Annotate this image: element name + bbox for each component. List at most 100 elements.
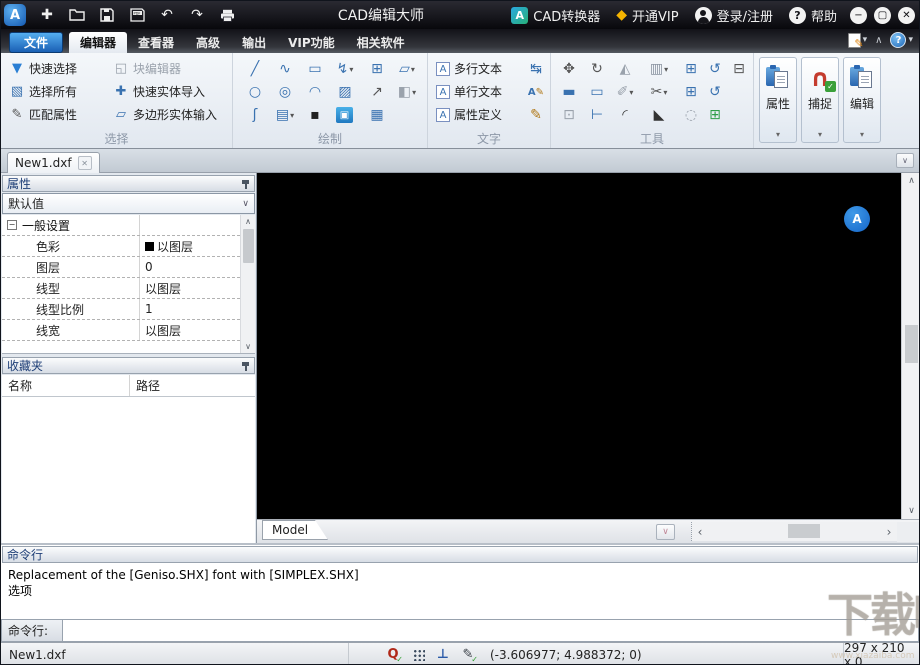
leader-icon[interactable]: ↗ xyxy=(365,81,389,103)
polyline-icon[interactable]: ↯ ▾ xyxy=(333,58,357,80)
polygon-entity-input-button[interactable]: ▱ 多边形实体输入 xyxy=(113,104,217,125)
quick-select-button[interactable]: ▼ 快速选择 xyxy=(9,58,77,79)
print-button[interactable] xyxy=(214,4,240,26)
line-icon[interactable]: ╱ xyxy=(243,58,267,80)
app-logo-icon[interactable]: A xyxy=(4,4,26,26)
layout-toggle-button[interactable]: ∨ xyxy=(656,524,675,540)
scroll-right-icon[interactable]: › xyxy=(881,522,897,541)
tab-list-chevron-button[interactable]: ∨ xyxy=(896,153,914,168)
property-selector-combo[interactable]: 默认值 ∨ xyxy=(2,193,255,214)
save-button[interactable] xyxy=(94,4,120,26)
favorites-col-path[interactable]: 路径 xyxy=(130,377,160,394)
close-button[interactable]: ✕ xyxy=(898,6,915,24)
command-input[interactable] xyxy=(63,619,919,642)
tab-advanced[interactable]: 高级 xyxy=(185,32,231,53)
spline-icon[interactable]: ʃ xyxy=(243,104,267,126)
edit-panel-button[interactable]: 编辑 ▾ xyxy=(843,57,881,143)
chamfer-icon[interactable]: ◣ xyxy=(647,104,671,126)
document-tab-new1[interactable]: New1.dxf ✕ xyxy=(7,152,100,173)
tab-editor[interactable]: 编辑器 xyxy=(69,32,128,53)
block-update-icon[interactable]: ↺ xyxy=(703,58,727,80)
tab-file[interactable]: 文件 xyxy=(9,32,64,53)
image-icon[interactable]: ▣ xyxy=(336,107,353,123)
ortho-toggle-icon[interactable]: ⊥ xyxy=(435,647,451,663)
open-file-button[interactable] xyxy=(64,4,90,26)
minimize-button[interactable]: − xyxy=(850,6,867,24)
freehand-icon[interactable]: ∿ xyxy=(273,58,297,80)
model-tab[interactable]: Model xyxy=(262,520,328,540)
block-sync-icon[interactable]: ↺ xyxy=(703,81,727,103)
move-icon[interactable]: ✥ xyxy=(557,58,581,80)
help-link[interactable]: ? 帮助 xyxy=(783,6,843,25)
tab-output[interactable]: 输出 xyxy=(231,32,277,53)
select-all-button[interactable]: ▧ 选择所有 xyxy=(9,81,77,102)
quick-edit-menu-button[interactable]: ✎ ▾ xyxy=(847,32,867,50)
cad-converter-link[interactable]: A CAD转换器 xyxy=(505,6,606,25)
tab-close-icon[interactable]: ✕ xyxy=(77,156,92,170)
scrollbar-thumb[interactable] xyxy=(243,229,254,263)
maximize-button[interactable]: ▢ xyxy=(874,6,891,24)
property-group-row[interactable]: − 一般设置 xyxy=(2,215,240,236)
mtext-button[interactable]: A 多行文本 xyxy=(436,58,502,79)
pin-icon[interactable] xyxy=(241,179,250,189)
collapse-ribbon-button[interactable]: ∧ xyxy=(875,35,882,46)
insert-block-icon[interactable]: ⊞ xyxy=(365,58,389,80)
property-row-ltscale[interactable]: 线型比例 1 xyxy=(2,299,240,320)
tab-vip-features[interactable]: VIP功能 xyxy=(277,32,346,53)
scale-icon[interactable]: ⊡ xyxy=(557,104,581,126)
scrollbar-thumb[interactable] xyxy=(905,325,918,363)
copy-objects-icon[interactable]: ⊞ xyxy=(679,81,703,103)
draft-toggle-icon[interactable]: ✎ ✓ xyxy=(460,647,478,664)
group-icon[interactable]: ◧ ▾ xyxy=(395,81,419,103)
pin-icon[interactable] xyxy=(241,361,250,371)
boundary-icon[interactable]: ▱ ▾ xyxy=(395,58,419,80)
tab-viewer[interactable]: 查看器 xyxy=(127,32,185,53)
command-history[interactable]: Replacement of the [Geniso.SHX] font wit… xyxy=(2,564,918,619)
undo-button[interactable]: ↶ xyxy=(154,4,180,26)
offset-icon[interactable]: ⊢ xyxy=(585,104,609,126)
wipeout-icon[interactable]: ▨ xyxy=(333,81,357,103)
canvas-horizontal-scrollbar[interactable]: ‹ › xyxy=(691,522,897,541)
drawing-canvas[interactable]: A xyxy=(257,173,901,519)
translate-badge-icon[interactable]: A xyxy=(844,206,870,232)
snap-panel-button[interactable]: ∩ ✓ 捕捉 ▾ xyxy=(801,57,839,143)
block-editor-button[interactable]: ◱ 块编辑器 xyxy=(113,58,181,79)
help-menu-button[interactable]: ? ▾ xyxy=(890,32,913,48)
favorites-list[interactable] xyxy=(2,397,255,543)
array-icon[interactable]: ▥ ▾ xyxy=(647,58,671,80)
scroll-down-icon[interactable]: ∨ xyxy=(241,342,255,351)
scroll-up-icon[interactable]: ∧ xyxy=(241,217,255,226)
layer-state-icon[interactable]: ⊟ xyxy=(727,58,751,80)
grid-toggle-icon[interactable] xyxy=(410,647,426,663)
text-style-icon[interactable]: A ✎ xyxy=(524,81,548,103)
property-row-linetype[interactable]: 线型 以图层 xyxy=(2,278,240,299)
circle-icon[interactable]: ○ xyxy=(243,81,267,103)
property-row-layer[interactable]: 图层 0 xyxy=(2,257,240,278)
text-scale-icon[interactable]: ↹ xyxy=(524,58,548,80)
favorites-col-name[interactable]: 名称 xyxy=(2,375,130,396)
scroll-left-icon[interactable]: ‹ xyxy=(692,522,708,541)
scrollbar-thumb[interactable] xyxy=(788,524,820,538)
table-icon[interactable]: ▦ xyxy=(365,104,389,126)
dtext-button[interactable]: A 单行文本 xyxy=(436,81,502,102)
scroll-down-icon[interactable]: ∨ xyxy=(902,506,919,516)
point-icon[interactable]: ▪ xyxy=(303,104,327,126)
property-row-lineweight[interactable]: 线宽 以图层 xyxy=(2,320,240,341)
text-edit-icon[interactable]: ✎ xyxy=(524,104,548,126)
scroll-up-icon[interactable]: ∧ xyxy=(902,176,919,186)
base-extent-icon[interactable]: ▭ xyxy=(585,81,609,103)
rotate-icon[interactable]: ↻ xyxy=(585,58,609,80)
canvas-vertical-scrollbar[interactable]: ∧ ∨ xyxy=(901,173,919,519)
rectangle-icon[interactable]: ▭ xyxy=(303,58,327,80)
match-properties-button[interactable]: ✎ 匹配属性 xyxy=(9,104,77,125)
ellipse-icon[interactable]: ◎ xyxy=(273,81,297,103)
property-row-color[interactable]: 色彩 以图层 xyxy=(2,236,240,257)
copy-icon[interactable]: ⊞ xyxy=(679,58,703,80)
quick-entity-import-button[interactable]: ✚ 快速实体导入 xyxy=(113,81,205,102)
erase-icon[interactable]: ✐ ▾ xyxy=(613,81,637,103)
collapse-box-icon[interactable]: − xyxy=(7,220,17,230)
save-as-pdf-button[interactable]: PDF xyxy=(124,4,150,26)
osnap-toggle-icon[interactable]: Q ✓ xyxy=(385,647,403,664)
layers-add-icon[interactable]: ⊞ xyxy=(703,104,727,126)
arc-icon[interactable]: ◠ xyxy=(303,81,327,103)
